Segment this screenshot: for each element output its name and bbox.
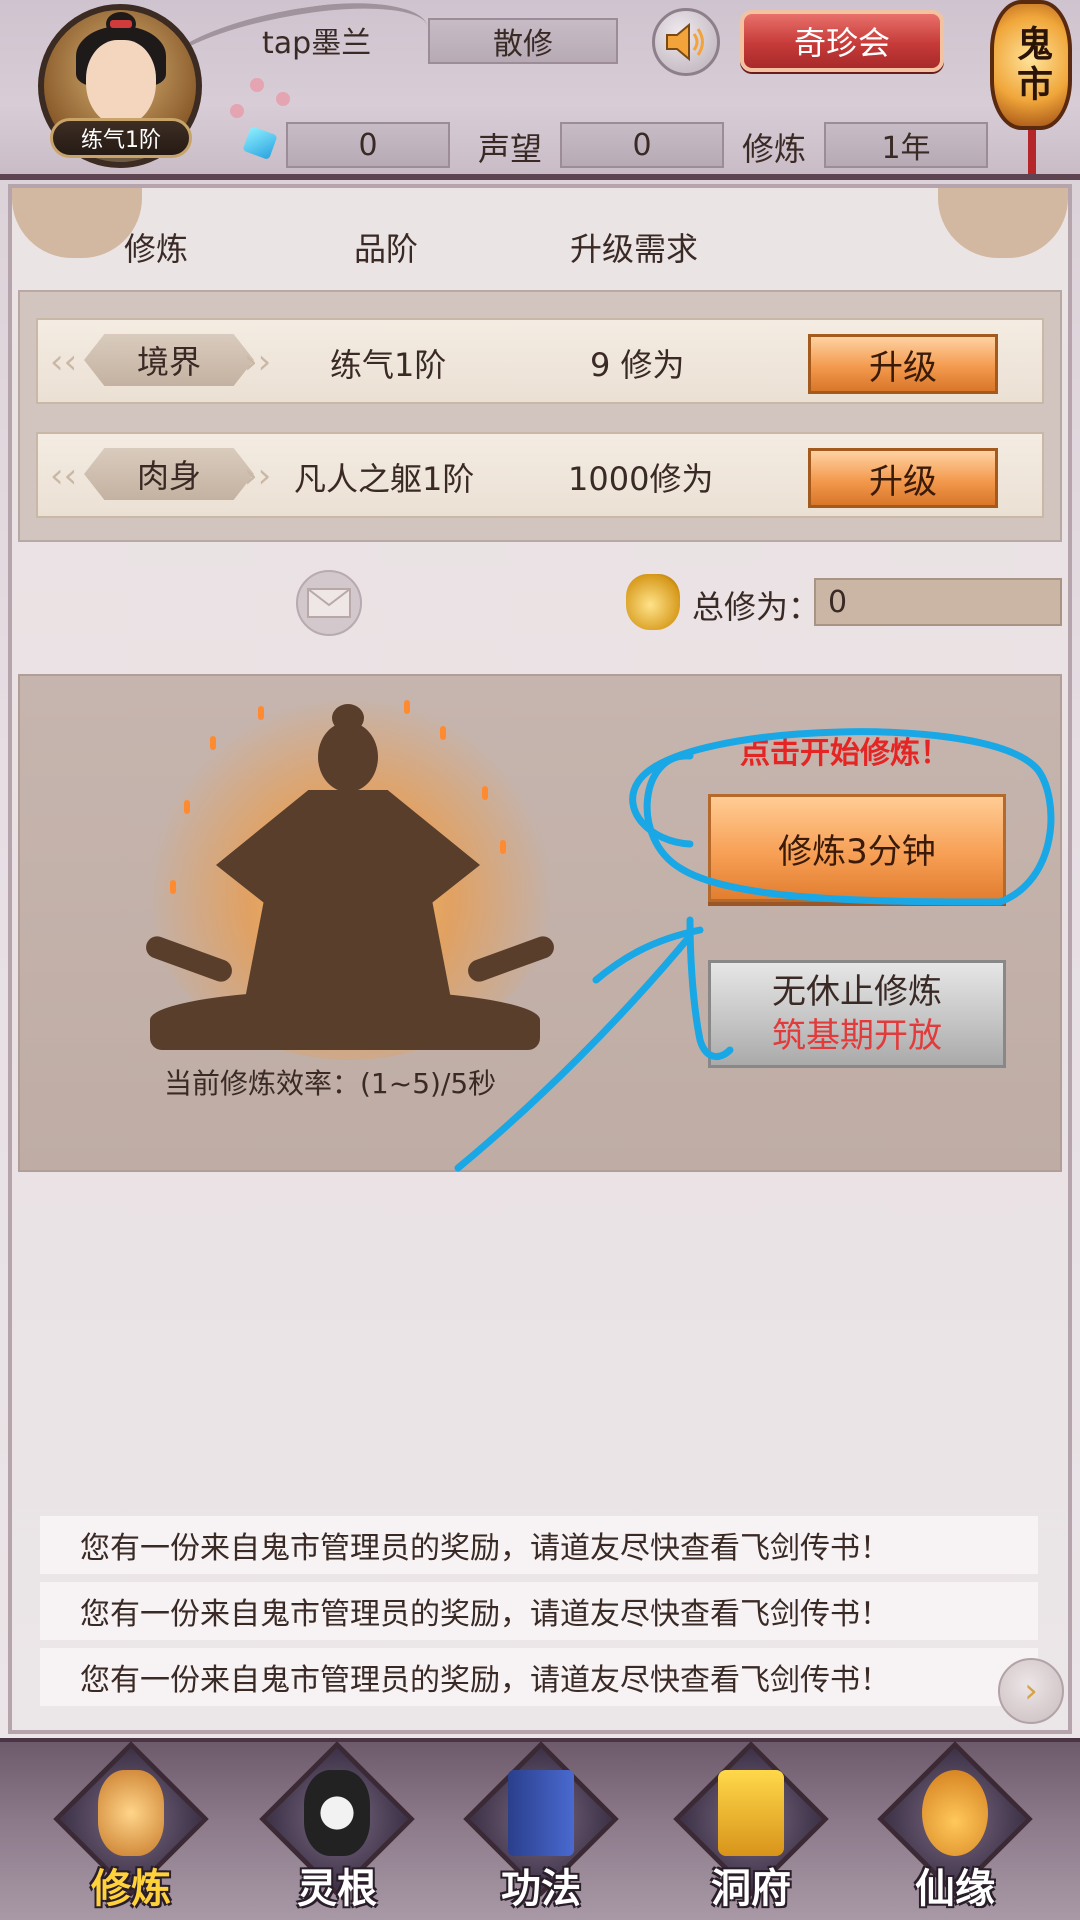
spark-particle xyxy=(210,736,216,750)
avatar-face xyxy=(86,40,156,126)
start-hint: 点击开始修炼！ xyxy=(740,736,950,771)
lantern-tassel xyxy=(1028,130,1036,174)
treasure-auction-button[interactable]: 奇珍会 xyxy=(740,10,944,72)
endless-training-button[interactable]: 无休止修炼 筑基期开放 xyxy=(708,960,1006,1068)
gourd-icon xyxy=(922,1770,988,1856)
endless-training-lock-note: 筑基期开放 xyxy=(772,1016,942,1056)
system-message: 您有一份来自鬼市管理员的奖励，请道友尽快查看飞剑传书！ xyxy=(40,1516,1038,1574)
nav-cave[interactable]: 洞府 xyxy=(673,1741,829,1916)
body-grade: 凡人之躯1阶 xyxy=(294,460,475,498)
book-icon xyxy=(508,1770,574,1856)
system-message: 您有一份来自鬼市管理员的奖励，请道友尽快查看飞剑传书！ xyxy=(40,1582,1038,1640)
speaker-icon xyxy=(666,22,704,62)
total-cultivation-value: 0 xyxy=(814,578,1062,626)
envelope-icon xyxy=(307,588,351,618)
mail-button[interactable] xyxy=(296,570,362,636)
avatar-crown xyxy=(110,20,132,28)
reputation-label: 声望 xyxy=(478,130,543,168)
realm-badge: 练气1阶 xyxy=(50,118,192,158)
spark-particle xyxy=(404,700,410,714)
column-header-requirement: 升级需求 xyxy=(570,230,699,268)
spark-particle xyxy=(184,800,190,814)
money-bag-icon xyxy=(626,574,680,630)
pavilion-icon xyxy=(718,1770,784,1856)
player-name: tap墨兰 xyxy=(262,26,372,61)
realm-grade: 练气1阶 xyxy=(330,346,447,384)
blossom-decoration xyxy=(230,104,244,118)
meditating-monk-icon xyxy=(98,1770,164,1856)
nav-label: 功法 xyxy=(501,1866,581,1912)
nav-label: 洞府 xyxy=(711,1866,791,1912)
cultivation-years: 1年 xyxy=(824,122,988,168)
nav-techniques[interactable]: 功法 xyxy=(463,1741,619,1916)
system-message: 您有一份来自鬼市管理员的奖励，请道友尽快查看飞剑传书！ xyxy=(40,1648,1038,1706)
endless-training-label: 无休止修炼 xyxy=(772,972,942,1012)
nav-label: 灵根 xyxy=(297,1866,377,1912)
yin-yang-sword-icon xyxy=(304,1770,370,1856)
realm-upgrade-button[interactable]: 升级 xyxy=(808,334,998,394)
nav-fate[interactable]: 仙缘 xyxy=(877,1741,1033,1916)
ghost-market-lantern-button[interactable]: 鬼市 xyxy=(990,0,1072,130)
sect-box: 散修 xyxy=(428,18,618,64)
spark-particle xyxy=(482,786,488,800)
meditator-legs xyxy=(150,990,540,1050)
spark-particle xyxy=(258,706,264,720)
spark-particle xyxy=(170,880,176,894)
chevron-right-icon: › xyxy=(1024,1671,1038,1711)
cloud-ornament-right xyxy=(938,188,1068,258)
next-message-button[interactable]: › xyxy=(998,1658,1064,1724)
body-tag: 肉身 xyxy=(84,448,254,500)
chevron-right-icon: ›› xyxy=(244,456,272,496)
total-cultivation-label: 总修为： xyxy=(692,588,821,626)
column-header-cultivation: 修炼 xyxy=(124,230,189,268)
cultivation-label: 修炼 xyxy=(742,130,807,168)
column-header-grade: 品阶 xyxy=(354,230,419,268)
nav-label: 修炼 xyxy=(91,1866,171,1912)
body-upgrade-button[interactable]: 升级 xyxy=(808,448,998,508)
gem-count: 0 xyxy=(286,122,450,168)
chevron-left-icon: ‹‹ xyxy=(50,342,78,382)
chevron-right-icon: ›› xyxy=(244,342,272,382)
bottom-navigation: 修炼 灵根 功法 洞府 仙缘 xyxy=(0,1738,1080,1920)
realm-requirement: 9 修为 xyxy=(590,346,685,384)
realm-row: ‹‹ 境界 ›› 练气1阶 9 修为 升级 xyxy=(36,318,1044,404)
nav-cultivation[interactable]: 修炼 xyxy=(53,1741,209,1916)
meditator-head xyxy=(318,722,378,792)
nav-spirit-root[interactable]: 灵根 xyxy=(259,1741,415,1916)
spark-particle xyxy=(440,726,446,740)
reputation-value: 0 xyxy=(560,122,724,168)
realm-tag: 境界 xyxy=(84,334,254,386)
blossom-decoration xyxy=(276,92,290,106)
spark-particle xyxy=(500,840,506,854)
cloud-ornament-left xyxy=(12,188,142,258)
cultivation-rate: 当前修炼效率：(1~5)/5秒 xyxy=(164,1067,497,1100)
train-3min-button[interactable]: 修炼3分钟 xyxy=(708,794,1006,902)
body-row: ‹‹ 肉身 ›› 凡人之躯1阶 1000修为 升级 xyxy=(36,432,1044,518)
body-requirement: 1000修为 xyxy=(568,460,714,498)
blossom-decoration xyxy=(250,78,264,92)
chevron-left-icon: ‹‹ xyxy=(50,456,78,496)
sound-button[interactable] xyxy=(652,8,720,76)
nav-label: 仙缘 xyxy=(915,1866,995,1912)
